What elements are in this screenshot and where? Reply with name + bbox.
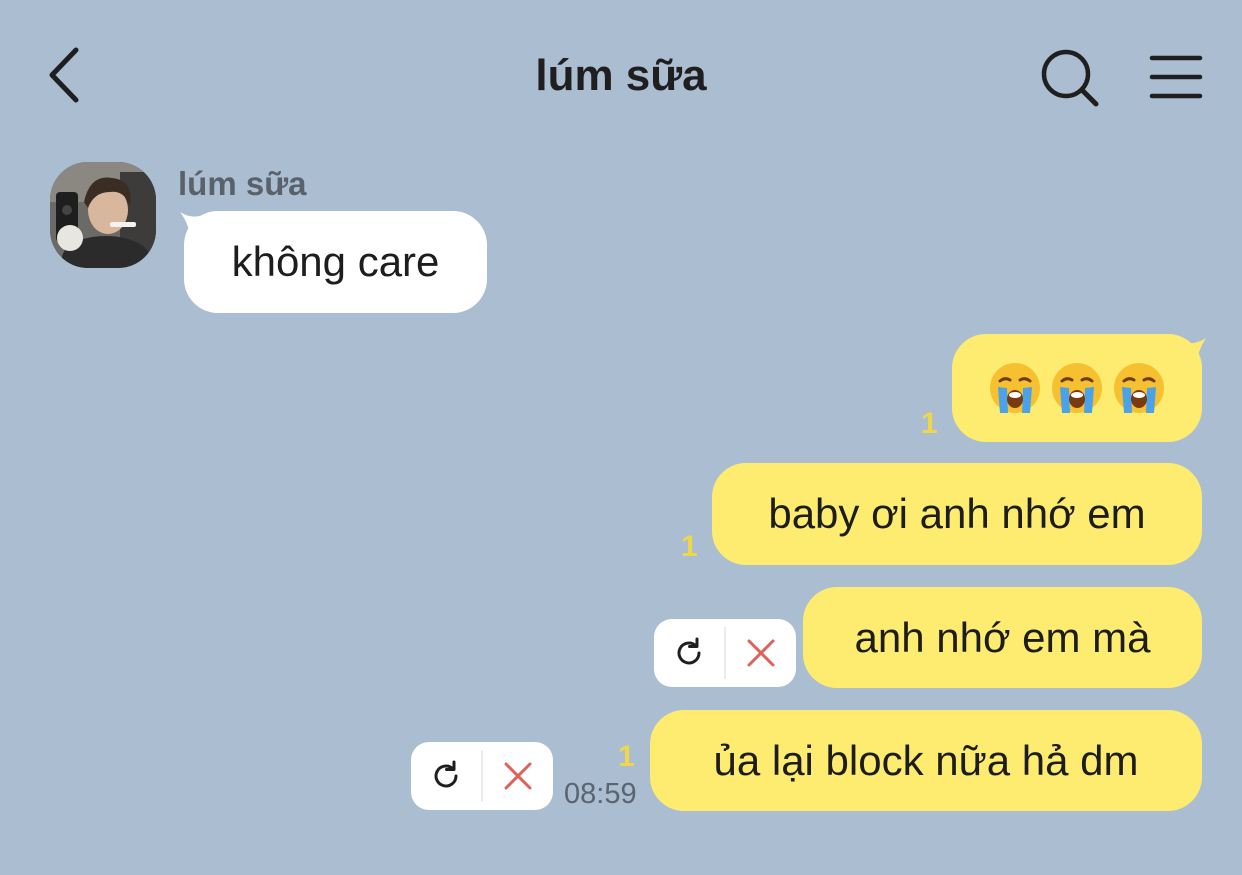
avatar-photo — [50, 162, 156, 268]
message-text: không care — [231, 238, 440, 285]
sender-name: lúm sữa — [178, 165, 307, 202]
message-timestamp: 08:59 — [564, 778, 637, 810]
menu-button[interactable] — [1146, 48, 1206, 108]
incoming-message-bubble[interactable]: không care — [184, 211, 487, 313]
sender-avatar[interactable] — [50, 162, 156, 268]
message-text: baby ơi anh nhớ em — [768, 490, 1146, 537]
hamburger-menu-icon — [1149, 55, 1203, 99]
refresh-icon — [677, 637, 701, 665]
search-icon — [1041, 49, 1099, 107]
delete-failed-button[interactable] — [726, 619, 796, 687]
message-text: ủa lại block nữa hả dm — [713, 736, 1139, 784]
resend-button[interactable] — [411, 742, 481, 810]
delete-failed-button[interactable] — [483, 742, 553, 810]
read-count: 1 — [618, 740, 635, 773]
read-count: 1 — [921, 407, 938, 440]
search-button[interactable] — [1038, 46, 1102, 110]
outgoing-message-bubble[interactable]: baby ơi anh nhớ em — [712, 463, 1202, 565]
failed-message-controls — [411, 742, 553, 810]
read-count: 1 — [681, 530, 698, 563]
resend-button[interactable] — [654, 619, 724, 687]
close-icon — [504, 762, 532, 790]
crying-face-icon — [1052, 363, 1102, 413]
close-icon — [747, 639, 775, 667]
crying-face-icon — [1114, 363, 1164, 413]
outgoing-message-bubble[interactable]: ủa lại block nữa hả dm — [650, 710, 1202, 811]
message-text: anh nhớ em mà — [854, 613, 1151, 661]
outgoing-emoji-bubble[interactable] — [952, 334, 1202, 442]
failed-message-controls — [654, 619, 796, 687]
crying-face-icon — [990, 363, 1040, 413]
outgoing-message-bubble[interactable]: anh nhớ em mà — [803, 587, 1202, 688]
refresh-icon — [434, 760, 458, 788]
